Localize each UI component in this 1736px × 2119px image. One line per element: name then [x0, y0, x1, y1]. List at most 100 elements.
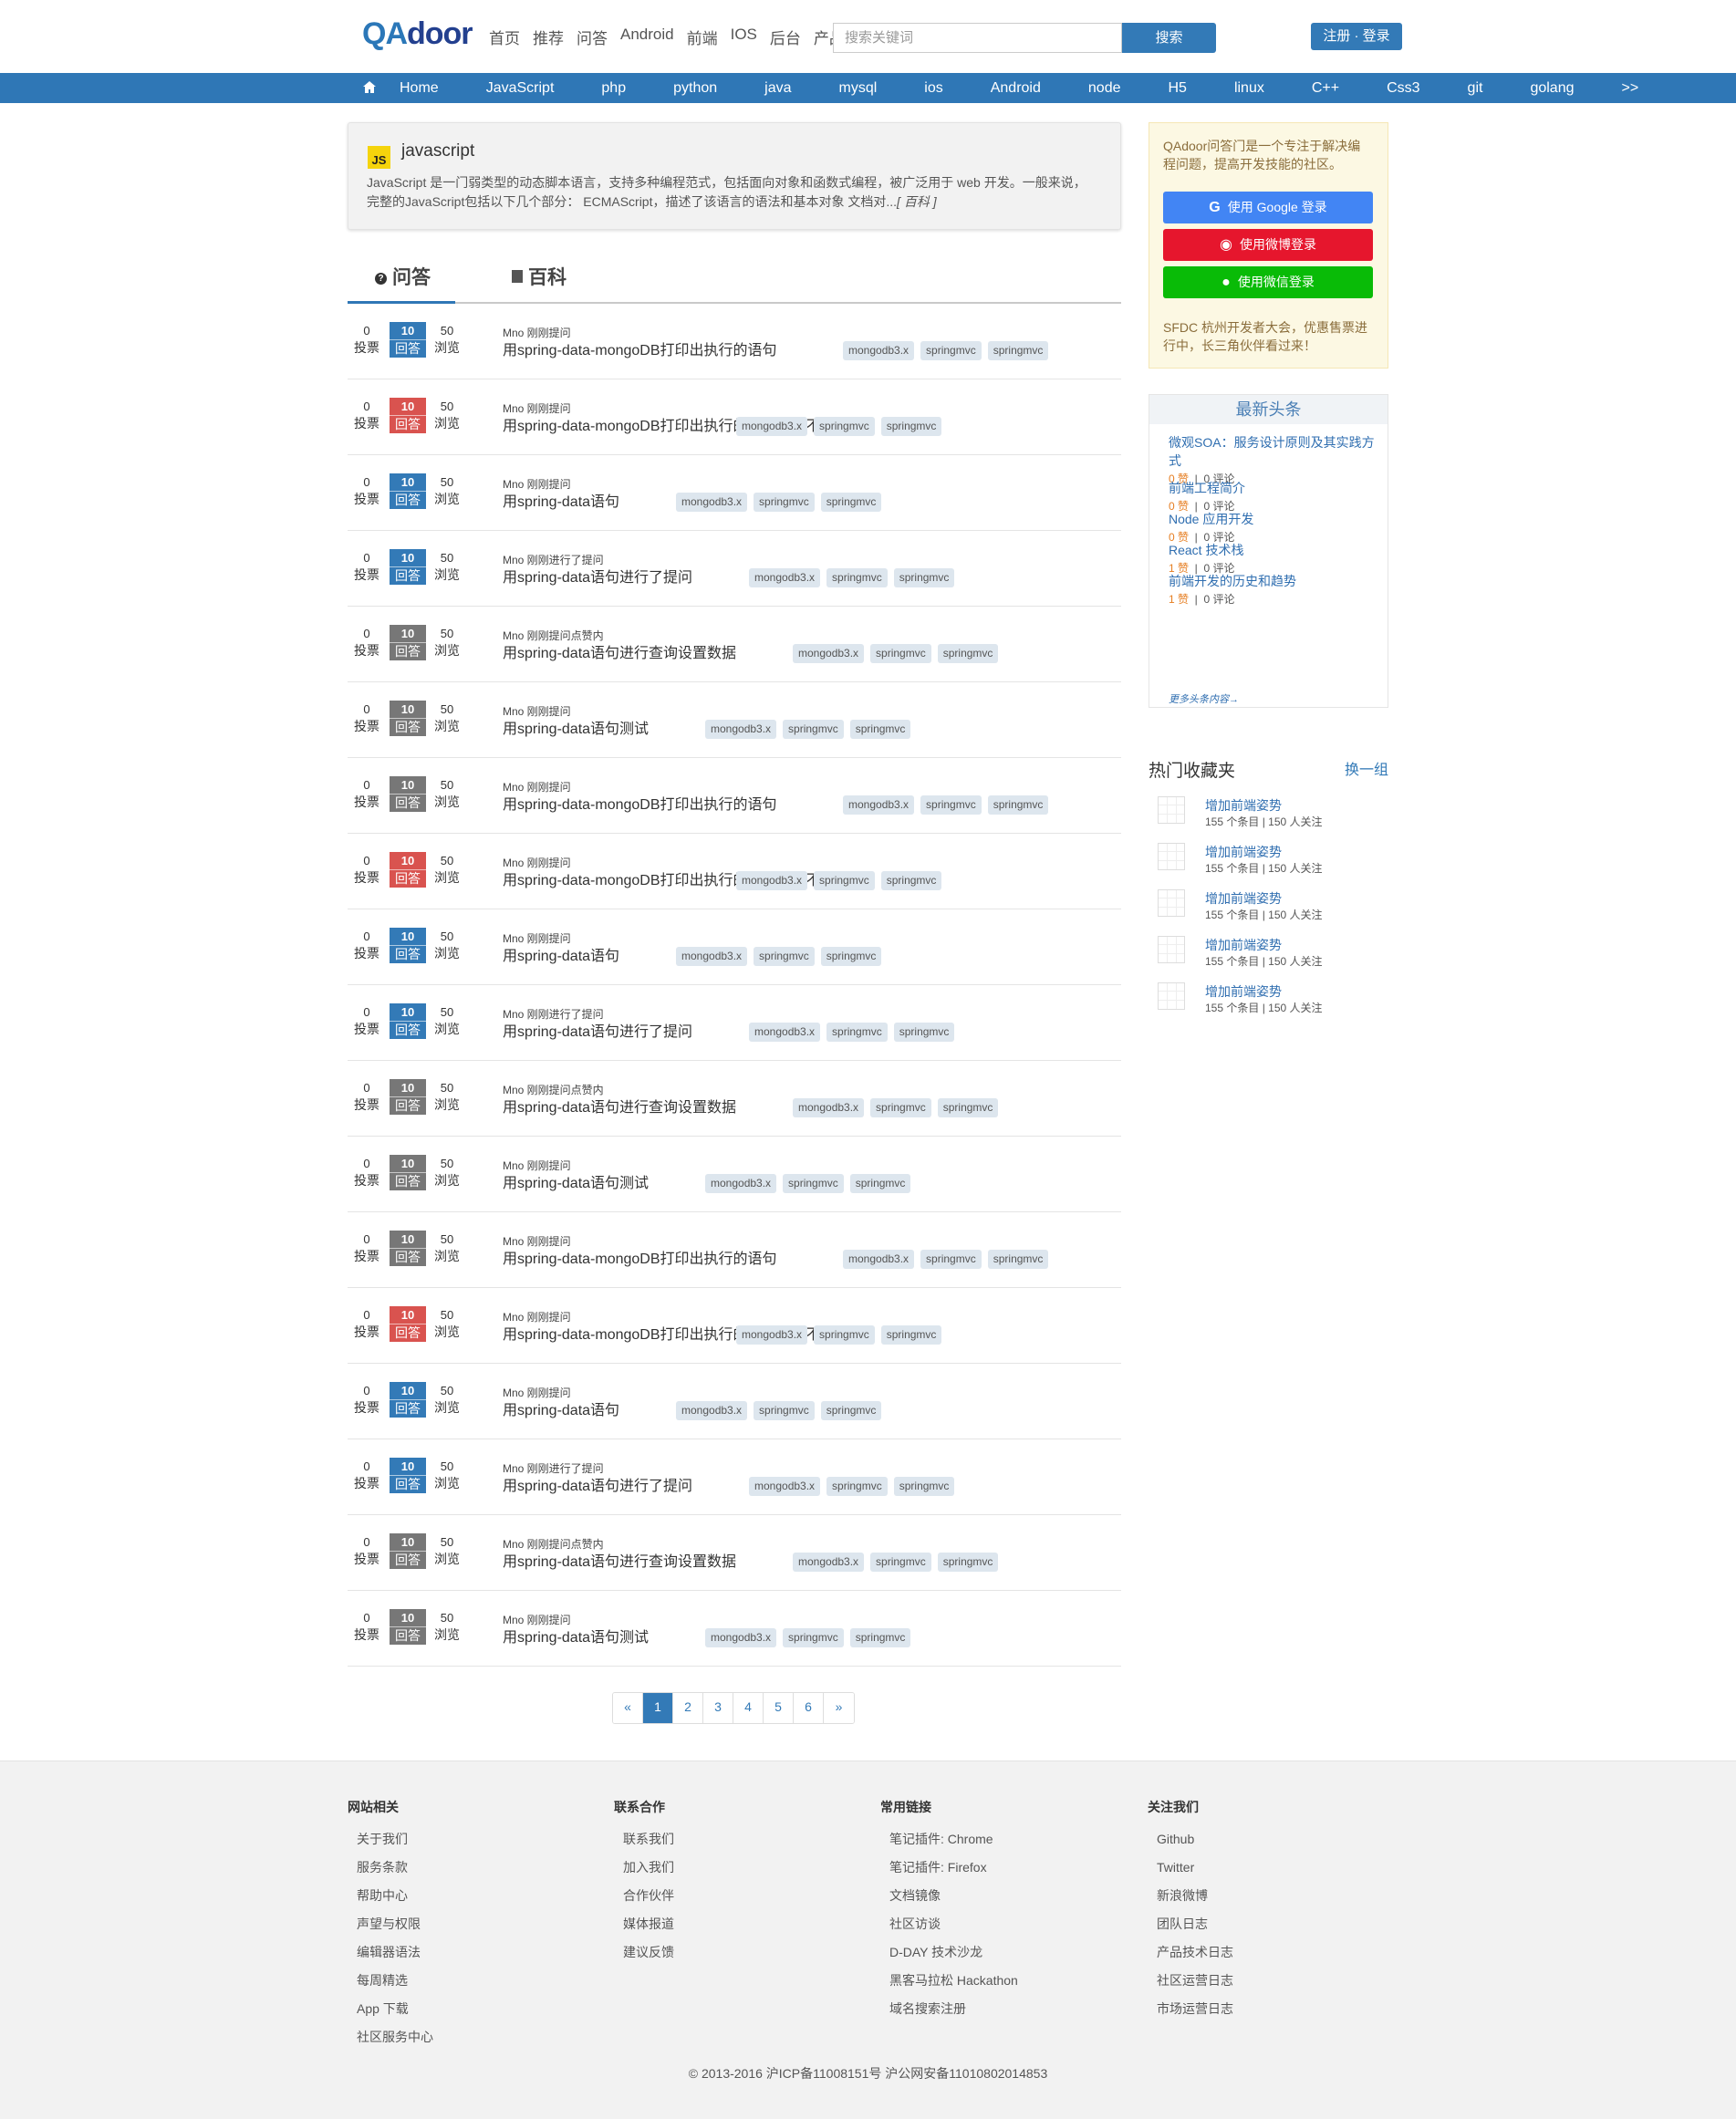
tag-badge[interactable]: springmvc [870, 1098, 931, 1117]
tag-badge[interactable]: springmvc [987, 795, 1049, 815]
question-title[interactable]: 用spring-data语句进行了提问 [503, 565, 692, 587]
footer-link[interactable]: 服务条款 [348, 1854, 433, 1882]
page-link[interactable]: 4 [733, 1693, 764, 1723]
tag-badge[interactable]: springmvc [826, 1023, 888, 1042]
footer-link[interactable]: 编辑器语法 [348, 1938, 433, 1967]
question-row[interactable]: 0 投票 10 回答 50 浏览 Mno 刚刚提问 用spring-data-mongoDB打… [348, 1212, 1121, 1288]
category-item[interactable]: golang [1530, 80, 1597, 97]
category-item[interactable]: java [764, 80, 815, 97]
footer-link[interactable]: 黑客马拉松 Hackathon [880, 1967, 1018, 1995]
footer-link[interactable]: 声望与权限 [348, 1910, 433, 1938]
page-link[interactable]: 2 [673, 1693, 703, 1723]
search-input[interactable]: 搜索关键词 [833, 23, 1122, 53]
tag-badge[interactable]: springmvc [893, 568, 955, 587]
category-item[interactable]: linux [1234, 80, 1288, 97]
page-link[interactable]: « [613, 1693, 643, 1723]
page-link[interactable]: 1 [643, 1693, 673, 1723]
question-title[interactable]: 用spring-data语句 [503, 1397, 619, 1419]
question-title[interactable]: 用spring-data语句测试 [503, 1170, 649, 1192]
tag-badge[interactable]: springmvc [849, 1174, 911, 1193]
tag-badge[interactable]: springmvc [783, 1628, 844, 1647]
footer-link[interactable]: 合作伙伴 [614, 1882, 674, 1910]
category-item[interactable]: C++ [1312, 80, 1363, 97]
tag-badge[interactable]: springmvc [820, 947, 882, 966]
tag-badge[interactable]: springmvc [987, 1250, 1049, 1269]
tag-badge[interactable]: springmvc [783, 1174, 844, 1193]
tag-badge[interactable]: springmvc [880, 1325, 942, 1345]
footer-link[interactable]: 新浪微博 [1148, 1882, 1233, 1910]
tag-badge[interactable]: mongodb3.x [676, 947, 748, 966]
question-row[interactable]: 0 投票 10 回答 50 浏览 Mno 刚刚提问 用spring-data语句 mongodb… [348, 455, 1121, 531]
favorite-title[interactable]: 增加前端姿势 [1205, 843, 1282, 861]
category-item[interactable]: Android [991, 80, 1065, 97]
footer-link[interactable]: 加入我们 [614, 1854, 674, 1882]
tag-badge[interactable]: springmvc [826, 1477, 888, 1496]
question-row[interactable]: 0 投票 10 回答 50 浏览 Mno 刚刚提问 用spring-data语句测试 mongo… [348, 1591, 1121, 1667]
favorite-item[interactable]: 增加前端姿势 155 个条目 | 150 人关注 [1158, 794, 1388, 828]
top-nav-item[interactable]: 前端 [687, 26, 718, 48]
tag-badge[interactable]: mongodb3.x [749, 1023, 821, 1042]
footer-link[interactable]: 文档镜像 [880, 1882, 1018, 1910]
question-row[interactable]: 0 投票 10 回答 50 浏览 Mno 刚刚提问 用spring-data-mongoDB打… [348, 758, 1121, 834]
footer-link[interactable]: 每周精选 [348, 1967, 433, 1995]
tag-badge[interactable]: mongodb3.x [705, 1174, 777, 1193]
favorite-title[interactable]: 增加前端姿势 [1205, 796, 1282, 815]
tag-badge[interactable]: springmvc [820, 493, 882, 512]
news-item-title[interactable]: 微观SOA：服务设计原则及其实践方式 [1169, 433, 1378, 470]
news-more-link[interactable]: 更多头条内容→ [1169, 691, 1239, 706]
top-nav-item[interactable]: 推荐 [533, 26, 564, 48]
question-title[interactable]: 用spring-data语句 [503, 943, 619, 965]
weibo-login-button[interactable]: ◉ 使用微博登录 [1163, 229, 1373, 261]
category-item[interactable]: Home [363, 80, 463, 97]
footer-link[interactable]: 建议反馈 [614, 1938, 674, 1967]
news-item[interactable]: 前端工程简介 0 赞 | 0 评论 [1169, 479, 1378, 514]
tag-badge[interactable]: mongodb3.x [676, 493, 748, 512]
category-item[interactable]: git [1468, 80, 1507, 97]
tag-badge[interactable]: springmvc [870, 644, 931, 663]
tag-badge[interactable]: springmvc [849, 720, 911, 739]
site-logo[interactable]: QAdoor [362, 16, 473, 52]
question-row[interactable]: 0 投票 10 回答 50 浏览 Mno 刚刚提问点赞内 用spring-data语句进行查询… [348, 607, 1121, 682]
question-row[interactable]: 0 投票 10 回答 50 浏览 Mno 刚刚提问 用spring-data-mongoDB打… [348, 834, 1121, 909]
news-item[interactable]: 前端开发的历史和趋势 1 赞 | 0 评论 [1169, 572, 1378, 607]
category-item[interactable]: >> [1622, 80, 1663, 97]
category-item[interactable]: php [601, 80, 650, 97]
page-link[interactable]: 6 [794, 1693, 824, 1723]
tag-badge[interactable]: springmvc [880, 871, 942, 890]
news-item-title[interactable]: Node 应用开发 [1169, 510, 1378, 528]
news-item[interactable]: React 技术栈 1 赞 | 0 评论 [1169, 541, 1378, 576]
tag-badge[interactable]: mongodb3.x [843, 1250, 915, 1269]
tag-badge[interactable]: springmvc [814, 417, 875, 436]
top-nav-item[interactable]: 首页 [489, 26, 520, 48]
footer-link[interactable]: 帮助中心 [348, 1882, 433, 1910]
footer-link[interactable]: 市场运营日志 [1148, 1995, 1233, 2023]
tag-badge[interactable]: springmvc [987, 341, 1049, 360]
tag-badge[interactable]: springmvc [937, 1553, 999, 1572]
tag-badge[interactable]: mongodb3.x [843, 341, 915, 360]
footer-link[interactable]: 联系我们 [614, 1825, 674, 1854]
footer-link[interactable]: 社区服务中心 [348, 2023, 433, 2051]
top-nav-item[interactable]: IOS [731, 26, 757, 48]
page-link[interactable]: 5 [764, 1693, 794, 1723]
tag-badge[interactable]: mongodb3.x [749, 568, 821, 587]
tag-badge[interactable]: mongodb3.x [736, 871, 808, 890]
favorite-item[interactable]: 增加前端姿势 155 个条目 | 150 人关注 [1158, 887, 1388, 921]
favorite-item[interactable]: 增加前端姿势 155 个条目 | 150 人关注 [1158, 840, 1388, 875]
question-row[interactable]: 0 投票 10 回答 50 浏览 Mno 刚刚提问 用spring-data-mongoDB打… [348, 1288, 1121, 1364]
question-title[interactable]: 用spring-data-mongoDB打印出执行的语句 [503, 1246, 777, 1268]
footer-link[interactable]: Twitter [1148, 1854, 1233, 1882]
tag-badge[interactable]: mongodb3.x [676, 1401, 748, 1420]
news-item-title[interactable]: React 技术栈 [1169, 541, 1378, 559]
footer-link[interactable]: 团队日志 [1148, 1910, 1233, 1938]
favorite-item[interactable]: 增加前端姿势 155 个条目 | 150 人关注 [1158, 933, 1388, 968]
question-title[interactable]: 用spring-data-mongoDB打印出执行的语句 [503, 338, 777, 359]
tag-badge[interactable]: springmvc [754, 947, 815, 966]
category-item[interactable]: mysql [839, 80, 901, 97]
footer-link[interactable]: 产品技术日志 [1148, 1938, 1233, 1967]
category-item[interactable]: Css3 [1387, 80, 1443, 97]
question-row[interactable]: 0 投票 10 回答 50 浏览 Mno 刚刚提问 用spring-data语句测试 mongo… [348, 1137, 1121, 1212]
question-title[interactable]: 用spring-data语句 [503, 489, 619, 511]
page-link[interactable]: 3 [703, 1693, 733, 1723]
footer-link[interactable]: 笔记插件: Firefox [880, 1854, 1018, 1882]
favorites-switch-link[interactable]: 换一组 [1345, 757, 1388, 779]
